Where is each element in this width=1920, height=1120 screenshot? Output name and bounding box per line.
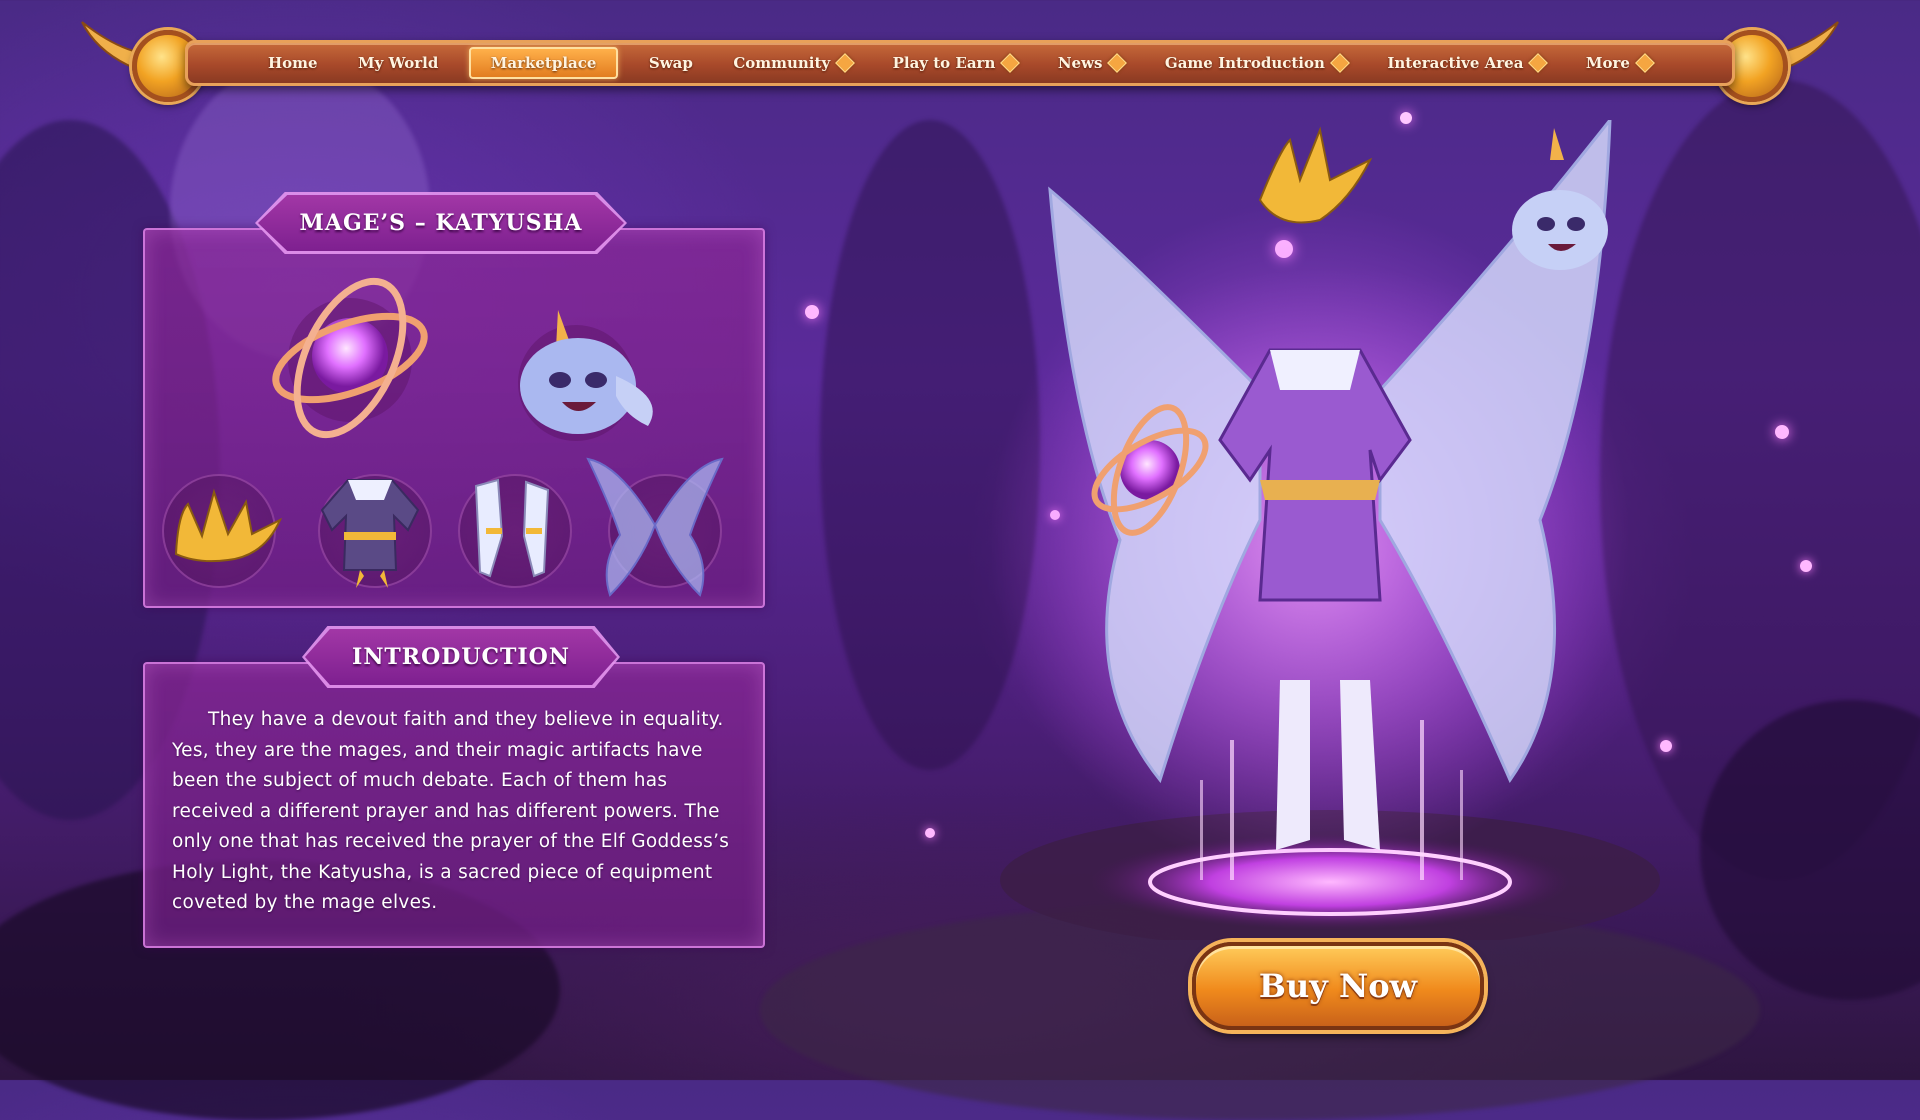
nav-label: More: [1585, 54, 1630, 72]
dropdown-gem-icon: [1107, 53, 1128, 73]
nav-item-more[interactable]: More: [1576, 48, 1662, 78]
item-panel-title: MAGE’S – KATYUSHA: [258, 195, 624, 251]
nav-item-interactive-area[interactable]: Interactive Area: [1377, 48, 1555, 78]
nav-label: Community: [733, 54, 831, 72]
dropdown-gem-icon: [1000, 53, 1021, 73]
dropdown-gem-icon: [1635, 53, 1655, 73]
nav-item-swap[interactable]: Swap: [639, 48, 703, 78]
nav-label: Home: [268, 54, 318, 72]
nav-item-marketplace[interactable]: Marketplace: [468, 47, 619, 79]
nav-item-play-to-earn[interactable]: Play to Earn: [883, 48, 1028, 78]
nav-item-home[interactable]: Home: [258, 48, 328, 78]
pet-spirit-icon[interactable]: [498, 298, 668, 448]
nav-label: Interactive Area: [1387, 54, 1524, 72]
buy-now-button[interactable]: Buy Now: [1192, 942, 1484, 1030]
nav-label: Swap: [648, 54, 693, 72]
nav-bar: Home My World Marketplace Swap Community…: [185, 40, 1735, 86]
introduction-text: They have a devout faith and they believ…: [172, 709, 730, 913]
robe-icon: [300, 470, 440, 590]
nav-item-community[interactable]: Community: [723, 48, 862, 78]
dropdown-gem-icon: [1528, 53, 1549, 73]
character-showcase: [960, 115, 1680, 950]
introduction-title: INTRODUCTION: [305, 629, 617, 685]
nav-item-my-world[interactable]: My World: [348, 48, 448, 78]
nav-label: News: [1057, 54, 1103, 72]
nav-item-news[interactable]: News: [1048, 48, 1135, 78]
nav-label: Play to Earn: [892, 54, 996, 72]
dropdown-gem-icon: [835, 53, 856, 73]
nav-label: My World: [358, 54, 439, 72]
crown-icon: [168, 484, 288, 574]
dropdown-gem-icon: [1330, 53, 1350, 73]
wings-icon: [580, 455, 730, 600]
nav-label: Game Introduction: [1164, 54, 1325, 72]
gloves-icon: [464, 476, 564, 586]
nav-label: Marketplace: [490, 54, 597, 72]
top-navigation: Home My World Marketplace Swap Community…: [80, 18, 1840, 108]
nav-item-game-introduction[interactable]: Game Introduction: [1155, 48, 1357, 78]
orb-artifact-icon[interactable]: [265, 268, 435, 448]
